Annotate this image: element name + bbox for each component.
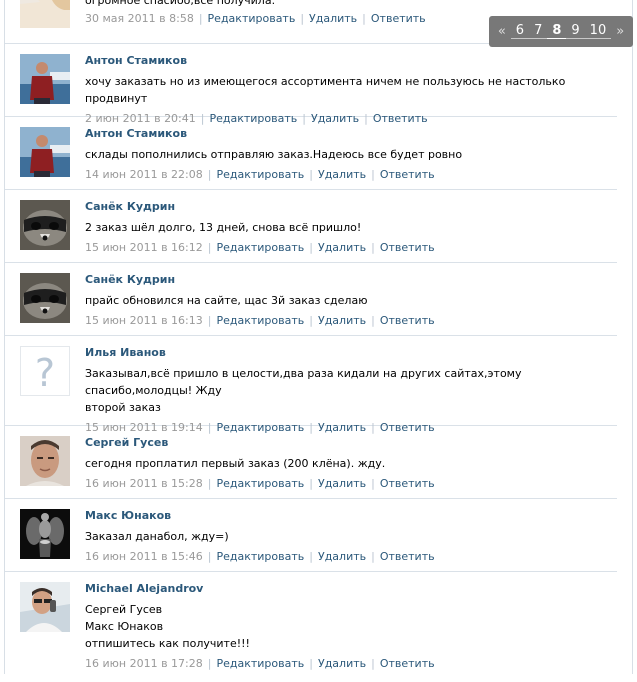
reply-link[interactable]: Ответить: [380, 241, 435, 254]
post-meta: 16 июн 2011 в 15:46 | Редактировать | Удалит…: [85, 550, 435, 563]
post-text: хочу заказать но из имеющегося ассортиме…: [85, 75, 566, 105]
page-link[interactable]: 7: [529, 24, 548, 39]
avatar[interactable]: [20, 54, 70, 104]
post-author[interactable]: Илья Иванов: [85, 346, 609, 360]
post-text: Сергей Гусев Макс Юнаков отпишитесь как …: [85, 603, 250, 650]
post-date: 15 июн 2011 в 16:13: [85, 314, 203, 327]
post-date: 16 июн 2011 в 15:28: [85, 477, 203, 490]
delete-link[interactable]: Удалить: [318, 314, 366, 327]
edit-link[interactable]: Редактировать: [216, 314, 304, 327]
avatar[interactable]: ?: [20, 346, 70, 396]
reply-link[interactable]: Ответить: [380, 314, 435, 327]
wall-post: Санёк Кудрин 2 заказ шёл долго, 13 дней,…: [5, 190, 617, 263]
edit-link[interactable]: Редактировать: [216, 657, 304, 670]
wall-post: ? Илья Иванов Заказывал,всё пришло в цел…: [5, 336, 617, 434]
edit-link[interactable]: Редактировать: [208, 12, 296, 25]
post-date: 16 июн 2011 в 17:28: [85, 657, 203, 670]
wall-post: Антон Стамиков склады пополнились отправ…: [5, 117, 617, 190]
reply-link[interactable]: Ответить: [380, 550, 435, 563]
avatar[interactable]: [20, 436, 70, 486]
wall-post: Сергей Гусев сегодня проплатил первый за…: [5, 426, 617, 499]
edit-link[interactable]: Редактировать: [216, 550, 304, 563]
post-meta: 16 июн 2011 в 17:28 | Редактировать | Удалит…: [85, 657, 435, 670]
avatar[interactable]: [20, 582, 70, 632]
avatar[interactable]: [20, 509, 70, 559]
edit-link[interactable]: Редактировать: [216, 477, 304, 490]
post-author[interactable]: Санёк Кудрин: [85, 200, 609, 214]
delete-link[interactable]: Удалить: [318, 657, 366, 670]
post-author[interactable]: Санёк Кудрин: [85, 273, 609, 287]
avatar[interactable]: [20, 127, 70, 177]
post-meta: 16 июн 2011 в 15:28 | Редактировать | Удалит…: [85, 477, 435, 490]
reply-link[interactable]: Ответить: [371, 12, 426, 25]
page-link[interactable]: 10: [584, 24, 612, 39]
edit-link[interactable]: Редактировать: [216, 168, 304, 181]
wall-post: Антон Стамиков хочу заказать но из имеющ…: [5, 44, 617, 125]
prev-page-button[interactable]: «: [493, 24, 511, 39]
post-meta: 15 июн 2011 в 16:12 | Редактировать | Удалит…: [85, 241, 435, 254]
edit-link[interactable]: Редактировать: [216, 241, 304, 254]
post-text: прайс обновился на сайте, щас 3й заказ с…: [85, 294, 368, 307]
reply-link[interactable]: Ответить: [380, 657, 435, 670]
wall-post: Макс Юнаков Заказал данабол, жду=) 16 ию…: [5, 499, 617, 572]
post-meta: 14 июн 2011 в 22:08 | Редактировать | Удалит…: [85, 168, 435, 181]
delete-link[interactable]: Удалить: [318, 477, 366, 490]
reply-link[interactable]: Ответить: [380, 168, 435, 181]
delete-link[interactable]: Удалить: [318, 241, 366, 254]
reply-link[interactable]: Ответить: [380, 477, 435, 490]
delete-link[interactable]: Удалить: [318, 550, 366, 563]
current-page: 8: [547, 24, 567, 39]
post-date: 16 июн 2011 в 15:46: [85, 550, 203, 563]
post-text: 2 заказ шёл долго, 13 дней, снова всё пр…: [85, 221, 362, 234]
next-page-button[interactable]: »: [611, 24, 629, 39]
page-link[interactable]: 6: [510, 24, 530, 39]
avatar[interactable]: [20, 200, 70, 250]
svg-text:?: ?: [35, 351, 55, 395]
post-date: 15 июн 2011 в 16:12: [85, 241, 203, 254]
page-link[interactable]: 9: [566, 24, 585, 39]
post-text: огромное спасибо,все получила.: [85, 0, 276, 7]
post-author[interactable]: Антон Стамиков: [85, 54, 609, 68]
post-meta: 15 июн 2011 в 16:13 | Редактировать | Удалит…: [85, 314, 435, 327]
delete-link[interactable]: Удалить: [309, 12, 357, 25]
post-date: 14 июн 2011 в 22:08: [85, 168, 203, 181]
post-text: сегодня проплатил первый заказ (200 клён…: [85, 457, 386, 470]
wall-post: Санёк Кудрин прайс обновился на сайте, щ…: [5, 263, 617, 336]
post-author[interactable]: Антон Стамиков: [85, 127, 609, 141]
avatar[interactable]: [20, 273, 70, 323]
post-date: 30 мая 2011 в 8:58: [85, 12, 194, 25]
delete-link[interactable]: Удалить: [318, 168, 366, 181]
post-author[interactable]: Макс Юнаков: [85, 509, 609, 523]
pagination: « 6 7 8 9 10 »: [489, 16, 633, 47]
post-author[interactable]: Michael Alejandrov: [85, 582, 609, 596]
post-text: склады пополнились отправляю заказ.Надею…: [85, 148, 463, 161]
post-text: Заказывал,всё пришло в целости,два раза …: [85, 367, 522, 414]
post-author[interactable]: Сергей Гусев: [85, 436, 609, 450]
wall-post: Michael Alejandrov Сергей Гусев Макс Юна…: [5, 572, 617, 682]
avatar[interactable]: [20, 0, 70, 28]
post-text: Заказал данабол, жду=): [85, 530, 229, 543]
